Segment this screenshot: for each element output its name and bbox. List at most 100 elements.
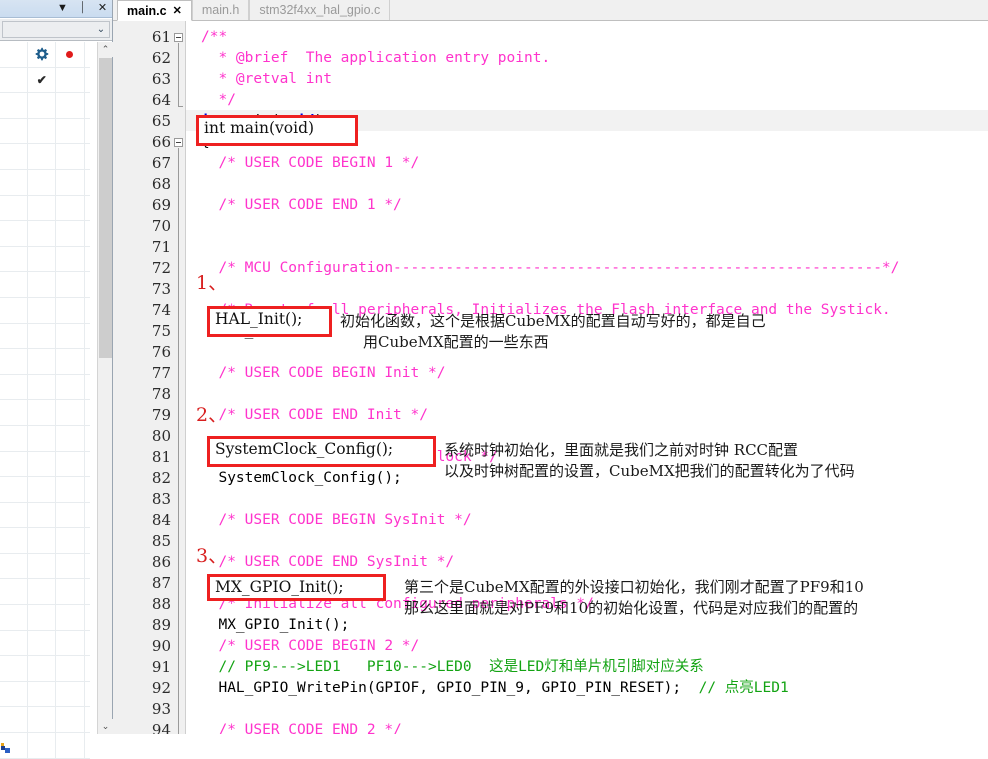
panel-grid-cell[interactable] <box>28 656 57 681</box>
panel-grid-cell[interactable] <box>28 349 57 374</box>
panel-grid-cell[interactable] <box>56 374 85 400</box>
code-surface[interactable]: 61 /** 62 * @brief The application entry p… <box>113 21 988 734</box>
panel-grid-cell[interactable] <box>56 579 85 605</box>
panel-grid-cell[interactable] <box>28 272 57 297</box>
panel-grid-cell[interactable] <box>28 246 57 272</box>
panel-grid-row[interactable] <box>0 42 90 68</box>
chevron-down-icon[interactable]: ▼ <box>56 1 69 15</box>
panel-grid-row[interactable] <box>0 605 90 631</box>
panel-grid-cell[interactable] <box>56 246 85 272</box>
panel-grid-cell[interactable] <box>0 272 29 297</box>
panel-grid-row[interactable] <box>0 477 90 503</box>
panel-grid-cell[interactable] <box>0 195 29 221</box>
panel-grid-row[interactable] <box>0 221 90 247</box>
panel-grid-row[interactable] <box>0 323 90 350</box>
panel-grid-cell[interactable] <box>0 707 29 733</box>
close-icon[interactable]: ✕ <box>96 1 109 15</box>
panel-grid-cell[interactable] <box>0 502 29 528</box>
panel-grid-row[interactable] <box>0 246 90 273</box>
panel-grid-cell[interactable] <box>0 93 29 118</box>
panel-grid-cell[interactable] <box>28 681 57 707</box>
panel-grid-row[interactable] <box>0 195 90 222</box>
panel-grid-cell[interactable] <box>0 67 29 93</box>
panel-grid-cell[interactable] <box>0 477 29 502</box>
panel-grid-cell[interactable] <box>56 681 85 707</box>
panel-grid-cell[interactable] <box>28 323 57 349</box>
panel-grid-cell[interactable] <box>56 42 85 67</box>
panel-grid-cell[interactable] <box>0 528 29 553</box>
panel-grid[interactable]: ✔ <box>0 42 90 759</box>
panel-grid-row[interactable] <box>0 579 90 606</box>
panel-grid-cell[interactable] <box>0 246 29 272</box>
panel-grid-row[interactable] <box>0 553 90 580</box>
editor-tab[interactable]: main.c ✕ <box>117 0 192 21</box>
editor-tab[interactable]: main.h <box>191 0 250 20</box>
scroll-down-icon[interactable]: ⌄ <box>98 719 113 734</box>
panel-grid-row[interactable]: ✔ <box>0 67 90 94</box>
panel-grid-cell[interactable] <box>28 400 57 425</box>
panel-grid-cell[interactable] <box>28 93 57 118</box>
panel-grid-cell[interactable] <box>0 681 29 707</box>
panel-grid-row[interactable] <box>0 169 90 196</box>
panel-grid-cell[interactable] <box>56 349 85 374</box>
panel-grid-row[interactable] <box>0 451 90 478</box>
panel-grid-cell[interactable] <box>0 656 29 681</box>
panel-grid-cell[interactable] <box>28 374 57 400</box>
panel-grid-cell[interactable] <box>0 733 29 758</box>
panel-grid-row[interactable] <box>0 425 90 452</box>
panel-grid-cell[interactable] <box>0 400 29 425</box>
fold-toggle-icon[interactable] <box>174 138 183 147</box>
panel-grid-cell[interactable] <box>0 630 29 656</box>
panel-grid-cell[interactable] <box>56 144 85 169</box>
panel-vertical-scrollbar[interactable]: ⌃ ⌄ <box>97 42 113 734</box>
panel-grid-cell[interactable] <box>56 272 85 297</box>
panel-combobox[interactable]: ⌄ <box>2 21 110 38</box>
panel-grid-row[interactable] <box>0 272 90 298</box>
panel-grid-cell[interactable] <box>0 374 29 400</box>
panel-grid-cell[interactable] <box>28 195 57 221</box>
panel-grid-cell[interactable] <box>28 707 57 733</box>
panel-grid-cell[interactable] <box>56 297 85 323</box>
panel-grid-cell[interactable] <box>28 118 57 144</box>
panel-grid-cell[interactable] <box>28 528 57 553</box>
check-icon[interactable]: ✔ <box>37 74 47 86</box>
panel-grid-row[interactable] <box>0 374 90 401</box>
red-dot-icon[interactable] <box>66 50 74 58</box>
panel-grid-cell[interactable] <box>28 579 57 605</box>
panel-grid-row[interactable] <box>0 93 90 119</box>
panel-grid-cell[interactable] <box>0 349 29 374</box>
panel-grid-cell[interactable] <box>28 733 57 758</box>
panel-grid-cell[interactable] <box>56 451 85 477</box>
panel-grid-row[interactable] <box>0 656 90 682</box>
panel-grid-cell[interactable] <box>56 323 85 349</box>
panel-grid-row[interactable] <box>0 630 90 657</box>
panel-grid-cell[interactable] <box>56 169 85 195</box>
panel-grid-cell[interactable] <box>28 221 57 246</box>
panel-grid-row[interactable] <box>0 681 90 708</box>
panel-grid-cell[interactable] <box>0 605 29 630</box>
panel-grid-cell[interactable] <box>0 451 29 477</box>
panel-grid-cell[interactable] <box>56 630 85 656</box>
panel-grid-cell[interactable] <box>0 42 29 67</box>
gear-icon[interactable] <box>34 47 49 62</box>
panel-grid-cell[interactable] <box>56 528 85 553</box>
panel-grid-cell[interactable] <box>28 605 57 630</box>
panel-grid-row[interactable] <box>0 733 90 759</box>
panel-grid-row[interactable] <box>0 400 90 426</box>
panel-grid-cell[interactable] <box>56 221 85 246</box>
panel-grid-cell[interactable] <box>28 630 57 656</box>
editor-tab[interactable]: stm32f4xx_hal_gpio.c <box>249 0 391 20</box>
panel-grid-cell[interactable] <box>0 118 29 144</box>
panel-grid-row[interactable] <box>0 349 90 375</box>
panel-grid-cell[interactable] <box>56 400 85 425</box>
panel-grid-row[interactable] <box>0 118 90 145</box>
pin-icon[interactable]: ⏐ <box>76 1 89 15</box>
panel-grid-cell[interactable] <box>0 425 29 451</box>
panel-grid-cell[interactable] <box>28 425 57 451</box>
panel-grid-cell[interactable] <box>56 195 85 221</box>
panel-grid-cell[interactable] <box>0 323 29 349</box>
panel-grid-cell[interactable] <box>0 169 29 195</box>
panel-grid-cell[interactable] <box>56 605 85 630</box>
chevron-down-icon[interactable]: ⌄ <box>93 22 109 37</box>
panel-grid-cell[interactable] <box>56 733 85 758</box>
